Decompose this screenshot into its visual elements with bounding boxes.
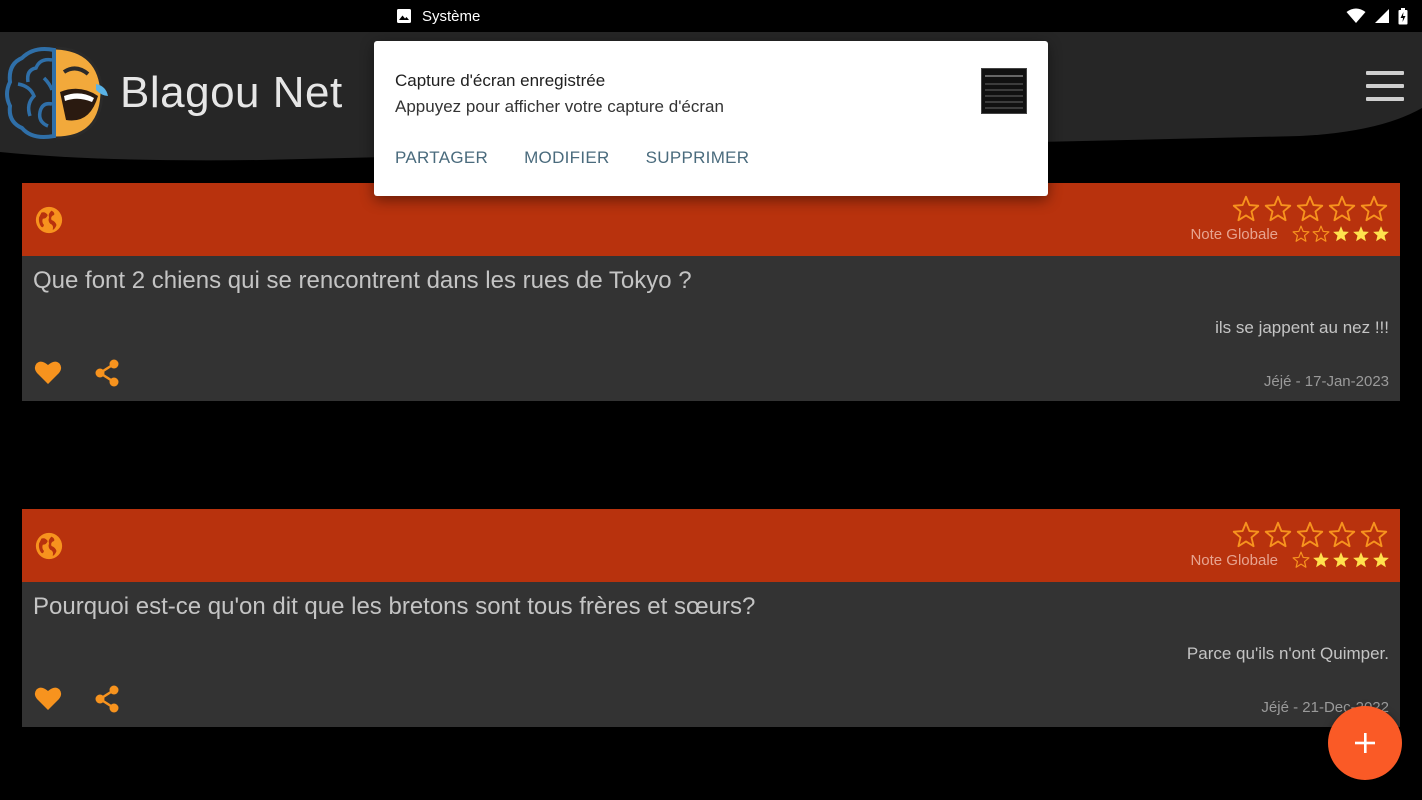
joke-question: Pourquoi est-ce qu'on dit que les breton…: [33, 593, 756, 620]
user-rating[interactable]: [1232, 521, 1388, 549]
filled-star-icon: [1313, 552, 1329, 568]
status-icons: [1346, 6, 1408, 26]
filled-star-icon: [1333, 552, 1349, 568]
empty-star-icon: [1292, 551, 1310, 568]
globe-icon: [35, 206, 63, 234]
filled-star-icon: [1353, 226, 1369, 242]
empty-star-icon: [1312, 225, 1330, 242]
thumbnail-detail: [985, 107, 1023, 109]
share-icon[interactable]: [94, 685, 120, 713]
delete-action-button[interactable]: SUPPRIMER: [646, 148, 750, 168]
thumbnail-detail: [985, 95, 1023, 97]
status-notification-source: Système: [422, 7, 481, 25]
joke-author-date: Jéjé - 17-Jan-2023: [1263, 373, 1389, 390]
thumbnail-detail: [985, 83, 1023, 85]
screenshot-thumbnail[interactable]: [981, 68, 1027, 114]
joke-card: Note Globale Que font 2 chiens qui se re…: [22, 183, 1400, 401]
filled-star-icon: [1373, 552, 1389, 568]
notification-text: Appuyez pour afficher votre capture d'éc…: [395, 97, 724, 116]
edit-action-button[interactable]: MODIFIER: [524, 148, 610, 168]
globe-icon: [35, 532, 63, 560]
rating-star-icon[interactable]: [1328, 195, 1356, 223]
rating-star-icon[interactable]: [1360, 521, 1388, 549]
rating-star-icon[interactable]: [1296, 195, 1324, 223]
rating-star-icon[interactable]: [1328, 521, 1356, 549]
user-rating[interactable]: [1232, 195, 1388, 223]
global-rating: Note Globale: [1190, 551, 1390, 569]
joke-question: Que font 2 chiens qui se rencontrent dan…: [33, 267, 692, 294]
global-rating-label: Note Globale: [1190, 225, 1278, 243]
status-bar: Système: [0, 0, 1422, 32]
status-notification: Système: [396, 7, 480, 25]
thumbnail-detail: [985, 101, 1023, 103]
joke-answer: Parce qu'ils n'ont Quimper.: [1186, 644, 1389, 663]
thumbnail-detail: [985, 89, 1023, 91]
hamburger-menu-icon[interactable]: [1362, 68, 1408, 104]
rating-star-icon[interactable]: [1232, 195, 1260, 223]
global-rating: Note Globale: [1190, 225, 1390, 243]
menu-bar: [1366, 97, 1404, 101]
joke-card: Note Globale Pourquoi est-ce qu'on dit q…: [22, 509, 1400, 727]
joke-card-header: Note Globale: [22, 509, 1400, 582]
share-icon[interactable]: [94, 359, 120, 387]
menu-bar: [1366, 71, 1404, 75]
logo-icon: [5, 46, 108, 140]
heart-icon[interactable]: [34, 685, 62, 711]
wifi-icon: [1346, 8, 1366, 23]
rating-star-icon[interactable]: [1264, 195, 1292, 223]
notification-title: Capture d'écran enregistrée: [395, 71, 606, 90]
filled-star-icon: [1353, 552, 1369, 568]
battery-icon: [1398, 7, 1408, 24]
filled-star-icon: [1373, 226, 1389, 242]
filled-star-icon: [1333, 226, 1349, 242]
empty-star-icon: [1292, 225, 1310, 242]
thumbnail-detail: [985, 75, 1023, 77]
rating-star-icon[interactable]: [1232, 521, 1260, 549]
rating-star-icon[interactable]: [1296, 521, 1324, 549]
menu-bar: [1366, 84, 1404, 88]
joke-answer: ils se jappent au nez !!!: [1215, 318, 1389, 337]
plus-icon: [1355, 733, 1375, 753]
rating-star-icon[interactable]: [1360, 195, 1388, 223]
add-joke-button[interactable]: [1328, 706, 1402, 780]
rating-star-icon[interactable]: [1264, 521, 1292, 549]
heart-icon[interactable]: [34, 359, 62, 385]
app-title: Blagou Net: [120, 68, 343, 117]
signal-icon: [1375, 9, 1389, 23]
image-icon: [397, 9, 411, 23]
global-rating-label: Note Globale: [1190, 551, 1278, 569]
notification-actions: PARTAGER MODIFIER SUPPRIMER: [395, 148, 749, 168]
share-action-button[interactable]: PARTAGER: [395, 148, 488, 168]
screenshot-notification[interactable]: Capture d'écran enregistrée Appuyez pour…: [374, 41, 1048, 196]
